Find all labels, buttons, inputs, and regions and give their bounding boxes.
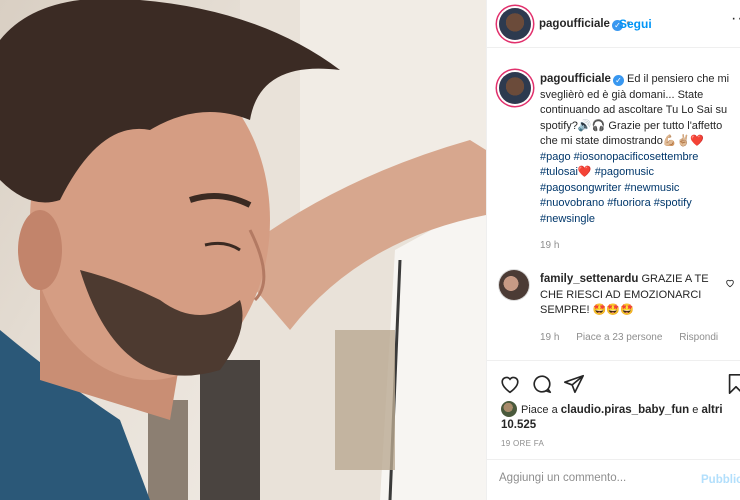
add-comment-bar: Pubblica [487, 459, 740, 500]
comment-timestamp[interactable]: 19 h [540, 332, 559, 343]
caption-text: pagoufficiale ✓ Ed il pensiero che mi sve… [540, 72, 738, 227]
verified-badge-icon: ✓ [612, 75, 624, 86]
hashtag[interactable]: #fuoriora [607, 197, 650, 209]
caption-timestamp[interactable]: 19 h [540, 240, 559, 251]
hashtag[interactable]: #pagosongwriter [540, 182, 621, 194]
hashtag[interactable]: #newmusic [624, 182, 679, 194]
liker-avatar[interactable] [501, 401, 517, 417]
hashtag[interactable]: #pago [540, 151, 571, 163]
comment-likes[interactable]: Piace a 23 persone [576, 332, 662, 343]
hashtag[interactable]: #pagomusic [595, 166, 654, 178]
more-options-icon[interactable]: ··· [731, 10, 740, 28]
commenter-username[interactable]: family_settenardu [540, 273, 638, 285]
post-header: pagoufficiale✓ • Segui ··· [487, 0, 740, 48]
red-heart-emoji: ❤️ [577, 166, 592, 178]
likes-summary: Piace a claudio.piras_baby_fun e altri 1… [501, 401, 733, 433]
post-actions: Piace a claudio.piras_baby_fun e altri 1… [487, 360, 740, 500]
comment-icon[interactable] [531, 373, 553, 395]
comment-input[interactable] [499, 472, 689, 484]
post-date[interactable]: 19 ORE FA [501, 439, 544, 448]
liker-username[interactable]: claudio.piras_baby_fun [561, 404, 689, 416]
hashtag[interactable]: #spotify [654, 197, 692, 209]
comment-meta: 19 h Piace a 23 persone Rispondi [540, 332, 732, 343]
reply-button[interactable]: Rispondi [679, 332, 718, 343]
likes-prefix: Piace a [521, 404, 561, 416]
hashtag[interactable]: #newsingle [540, 213, 595, 225]
follow-button[interactable]: Segui [619, 17, 652, 31]
hashtag[interactable]: #nuovobrano [540, 197, 604, 209]
commenter-avatar[interactable] [499, 270, 529, 300]
star-eyes-emoji: 🤩🤩🤩 [592, 304, 634, 316]
hashtag[interactable]: #iosonopacificosettembre [574, 151, 699, 163]
author-line: pagoufficiale ✓ • [539, 16, 630, 31]
likes-middle: e [689, 404, 702, 416]
bookmark-icon[interactable] [725, 373, 740, 395]
comment-text: family_settenardu GRAZIE A TE CHE RIESCI… [540, 272, 720, 319]
publish-button[interactable]: Pubblica [701, 474, 740, 486]
paper-plane-icon[interactable] [563, 373, 585, 395]
hashtag[interactable]: #tulosai [540, 166, 578, 178]
heart-emoji: 💪🏼✌🏼❤️ [662, 135, 704, 147]
caption-username[interactable]: pagoufficiale [540, 73, 611, 85]
heart-outline-icon[interactable] [499, 373, 521, 395]
author-avatar[interactable] [499, 8, 531, 40]
person-portrait-photo [0, 0, 486, 500]
author-username[interactable]: pagoufficiale [539, 18, 610, 30]
heart-outline-icon[interactable] [725, 278, 735, 291]
caption-avatar[interactable] [499, 72, 531, 104]
post-side-panel: pagoufficiale✓ • Segui ··· pagoufficiale… [486, 0, 740, 500]
post-photo[interactable] [0, 0, 486, 500]
speaker-emoji: 🔊🎧 [577, 119, 606, 132]
